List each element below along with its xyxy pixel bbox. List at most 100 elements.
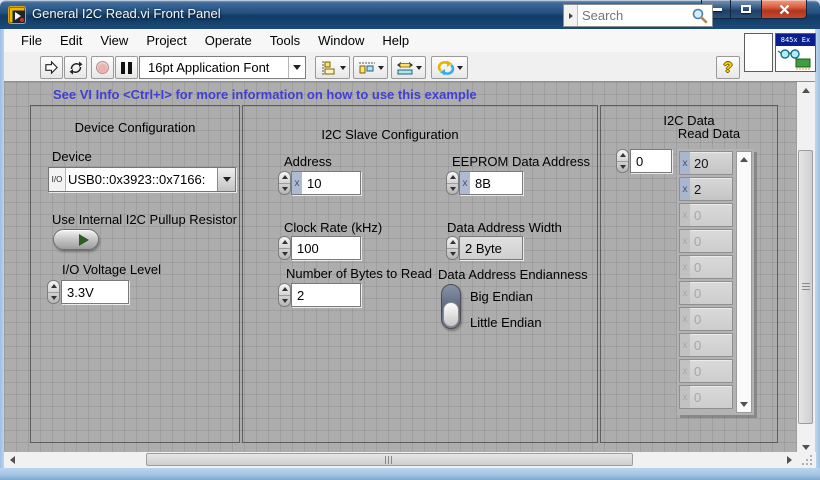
increment-button[interactable] xyxy=(447,172,458,184)
decrement-button[interactable] xyxy=(48,293,59,304)
voltage-label: I/O Voltage Level xyxy=(62,262,161,277)
menu-tools[interactable]: Tools xyxy=(261,29,309,52)
menu-operate[interactable]: Operate xyxy=(196,29,261,52)
context-help-button[interactable]: ? xyxy=(716,56,740,79)
search-expand-button[interactable] xyxy=(564,5,578,26)
window-title: General I2C Read.vi Front Panel xyxy=(32,0,221,29)
horizontal-scroll-thumb[interactable] xyxy=(146,453,633,466)
maximize-button[interactable] xyxy=(731,0,761,19)
chevron-right-icon xyxy=(569,13,573,19)
scroll-down-button[interactable] xyxy=(737,397,751,412)
connector-pane-box[interactable] xyxy=(744,33,773,72)
switch-knob[interactable] xyxy=(443,302,459,327)
chevron-down-icon xyxy=(223,177,231,182)
array-index-field[interactable]: 0 xyxy=(630,149,672,173)
decrement-button[interactable] xyxy=(279,296,290,307)
hex-radix-indicator[interactable]: x xyxy=(460,172,470,194)
slave-config-title: I2C Slave Configuration xyxy=(260,127,520,142)
run-button[interactable] xyxy=(40,56,63,79)
reorder-objects-button[interactable] xyxy=(431,56,468,79)
pause-button[interactable] xyxy=(115,56,138,79)
resize-objects-icon xyxy=(396,60,414,76)
decrement-button[interactable] xyxy=(279,184,290,195)
hex-radix-indicator: x xyxy=(680,152,690,174)
increment-button[interactable] xyxy=(48,281,59,293)
hex-radix-indicator: x xyxy=(680,282,690,304)
font-selector[interactable]: 16pt Application Font xyxy=(139,56,306,79)
run-continuously-button[interactable] xyxy=(64,56,87,79)
distribute-objects-button[interactable] xyxy=(353,56,388,79)
vertical-scroll-thumb[interactable] xyxy=(798,150,813,424)
array-element-8: x 0 xyxy=(679,359,733,383)
toggle-arrow-icon xyxy=(79,234,89,246)
decrement-button[interactable] xyxy=(447,249,458,260)
eeprom-address-value: 8B xyxy=(470,176,491,191)
menu-project[interactable]: Project xyxy=(137,29,195,52)
font-selector-dropdown[interactable] xyxy=(288,57,305,78)
vertical-scrollbar[interactable] xyxy=(797,82,815,455)
close-button[interactable] xyxy=(761,0,807,19)
hex-radix-indicator: x xyxy=(680,308,690,330)
clock-rate-value: 100 xyxy=(292,241,319,256)
hex-radix-indicator[interactable]: x xyxy=(292,172,302,194)
chevron-down-icon xyxy=(457,66,463,70)
scroll-left-button[interactable] xyxy=(4,452,20,468)
scroll-up-button[interactable] xyxy=(737,152,751,167)
bytes-to-read-field[interactable]: 2 xyxy=(291,283,361,307)
align-objects-button[interactable] xyxy=(315,56,350,79)
menu-view[interactable]: View xyxy=(91,29,137,52)
resize-objects-button[interactable] xyxy=(391,56,426,79)
array-element-2: x 0 xyxy=(679,203,733,227)
eeprom-address-field[interactable]: x 8B xyxy=(459,171,523,195)
array-element-value: 0 xyxy=(690,204,732,226)
device-selector[interactable]: I/O USB0::0x3923::0x7166: xyxy=(48,167,236,192)
resize-grip[interactable] xyxy=(797,452,816,468)
resize-grip-icon xyxy=(797,452,816,468)
arrow-up-icon xyxy=(802,88,810,93)
eeprom-address-label: EEPROM Data Address xyxy=(452,154,590,169)
arrow-down-icon xyxy=(740,402,748,407)
eeprom-address-spinner xyxy=(446,171,459,195)
vi-icon[interactable]: 845x Ex xyxy=(775,33,816,72)
bytes-to-read-spinner xyxy=(278,283,291,307)
address-width-value: 2 Byte xyxy=(460,241,502,256)
abort-button[interactable] xyxy=(91,56,114,79)
address-field[interactable]: x 10 xyxy=(291,171,361,195)
device-selector-value: USB0::0x3923::0x7166: xyxy=(66,172,217,187)
increment-button[interactable] xyxy=(279,284,290,296)
menu-help[interactable]: Help xyxy=(373,29,418,52)
window-border-right xyxy=(816,29,820,468)
device-selector-dropdown[interactable] xyxy=(217,168,235,191)
labview-front-panel-window: General I2C Read.vi Front Panel File Edi… xyxy=(0,0,820,480)
menu-edit[interactable]: Edit xyxy=(51,29,91,52)
clock-rate-field[interactable]: 100 xyxy=(291,236,361,260)
voltage-field[interactable]: 3.3V xyxy=(61,280,129,304)
decrement-button[interactable] xyxy=(447,184,458,195)
chevron-down-icon xyxy=(293,65,301,70)
endianness-switch[interactable] xyxy=(441,284,461,329)
menu-window[interactable]: Window xyxy=(309,29,373,52)
menu-file[interactable]: File xyxy=(12,29,51,52)
hex-radix-indicator: x xyxy=(680,256,690,278)
search-input[interactable] xyxy=(578,8,691,23)
endianness-option-big: Big Endian xyxy=(470,289,533,304)
decrement-button[interactable] xyxy=(617,162,628,173)
hex-radix-indicator: x xyxy=(680,204,690,226)
increment-button[interactable] xyxy=(279,237,290,249)
distribute-objects-icon xyxy=(358,60,376,76)
decrement-button[interactable] xyxy=(279,249,290,260)
scroll-up-button[interactable] xyxy=(797,82,815,98)
increment-button[interactable] xyxy=(617,150,628,162)
array-scrollbar[interactable] xyxy=(736,151,752,413)
scroll-right-button[interactable] xyxy=(781,452,797,468)
horizontal-scrollbar[interactable] xyxy=(4,452,797,468)
address-spinner xyxy=(278,171,291,195)
increment-button[interactable] xyxy=(279,172,290,184)
pullup-toggle-button[interactable] xyxy=(53,229,99,250)
array-element-value: 0 xyxy=(690,282,732,304)
array-element-4: x 0 xyxy=(679,255,733,279)
abort-icon xyxy=(96,61,109,74)
address-width-ring[interactable]: 2 Byte xyxy=(459,236,523,260)
increment-button[interactable] xyxy=(447,237,458,249)
hex-radix-indicator: x xyxy=(680,386,690,408)
